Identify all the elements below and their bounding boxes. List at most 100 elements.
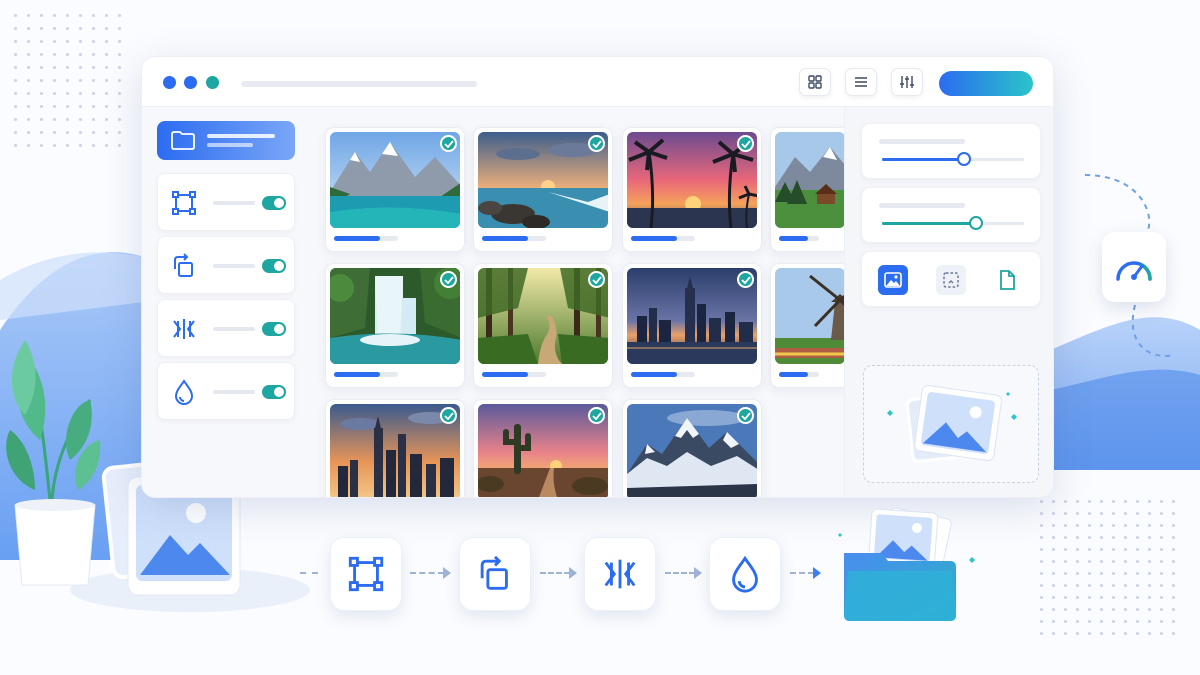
list-view-button[interactable] <box>845 68 877 96</box>
sidebar-folder-item[interactable] <box>157 121 295 160</box>
selected-check-icon[interactable] <box>588 271 605 288</box>
slider-1[interactable] <box>882 152 1024 166</box>
pattern-dot <box>79 131 82 134</box>
gallery-card-palm-sunset[interactable] <box>622 127 762 252</box>
pattern-dot <box>1100 620 1103 623</box>
gallery-card-forest-path[interactable] <box>473 263 613 388</box>
pattern-dot <box>66 27 69 30</box>
slider-2[interactable] <box>882 216 1024 230</box>
pattern-dot <box>40 131 43 134</box>
photo-thumbnail <box>775 132 845 228</box>
pattern-dot <box>118 92 121 95</box>
crop-toggle[interactable] <box>262 196 286 210</box>
pattern-dot <box>1112 500 1115 503</box>
pattern-dot <box>14 14 17 17</box>
sidebar-item-flip[interactable] <box>157 299 295 357</box>
flip-icon <box>173 319 195 339</box>
rotate-toggle[interactable] <box>262 259 286 273</box>
adjustments-button[interactable] <box>891 68 923 96</box>
pattern-dot <box>1112 536 1115 539</box>
pipeline-step-crop[interactable] <box>330 537 402 611</box>
pattern-dot <box>53 144 56 147</box>
selected-check-icon[interactable] <box>440 407 457 424</box>
gallery-card-snowy-mountains[interactable] <box>622 399 762 497</box>
pipeline-step-flip[interactable] <box>584 537 656 611</box>
pattern-dot <box>27 144 30 147</box>
pattern-dot <box>1136 632 1139 635</box>
pattern-dot <box>1112 620 1115 623</box>
gallery-card-alpine-village[interactable] <box>770 127 850 252</box>
pattern-dot <box>1040 620 1043 623</box>
selection-crop-button[interactable] <box>936 265 966 295</box>
gallery-card-desert-cactus[interactable] <box>473 399 613 497</box>
format-selector <box>861 251 1041 307</box>
selected-check-icon[interactable] <box>588 407 605 424</box>
selected-check-icon[interactable] <box>588 135 605 152</box>
gallery-card-waterfall[interactable] <box>325 263 465 388</box>
sidebar-item-crop[interactable] <box>157 173 295 231</box>
pattern-dot <box>79 40 82 43</box>
slider-card-1 <box>861 123 1041 179</box>
gallery-card-mountain-lake[interactable] <box>325 127 465 252</box>
selected-check-icon[interactable] <box>440 135 457 152</box>
pattern-dot <box>1172 536 1175 539</box>
pattern-dot <box>53 53 56 56</box>
pattern-dot <box>40 92 43 95</box>
pattern-dot <box>118 14 121 17</box>
window-dot-2[interactable] <box>184 76 197 89</box>
progress-bar <box>334 372 398 377</box>
pattern-dot <box>14 131 17 134</box>
watermark-toggle[interactable] <box>262 385 286 399</box>
slider-2-fill <box>882 222 976 225</box>
sidebar-item-watermark[interactable] <box>157 362 295 420</box>
primary-action-button[interactable] <box>939 71 1033 96</box>
pattern-dot <box>66 105 69 108</box>
selected-check-icon[interactable] <box>737 407 754 424</box>
grid-view-button[interactable] <box>799 68 831 96</box>
address-bar[interactable] <box>241 81 477 87</box>
pattern-dot <box>53 27 56 30</box>
thumbnail-windmill <box>775 268 845 364</box>
flip-toggle[interactable] <box>262 322 286 336</box>
pattern-dot <box>40 144 43 147</box>
pattern-dot <box>105 92 108 95</box>
pattern-dot <box>1100 632 1103 635</box>
flip-icon <box>604 559 636 589</box>
window-dot-1[interactable] <box>163 76 176 89</box>
pattern-dot <box>1124 536 1127 539</box>
pattern-dot <box>1064 500 1067 503</box>
document-format-button[interactable] <box>992 265 1022 295</box>
pattern-dot <box>1148 608 1151 611</box>
selected-check-icon[interactable] <box>440 271 457 288</box>
pattern-dot <box>92 66 95 69</box>
checkmark-icon <box>591 411 602 420</box>
pattern-dot <box>1100 500 1103 503</box>
selected-check-icon[interactable] <box>737 271 754 288</box>
pattern-dot <box>14 118 17 121</box>
slider-2-knob[interactable] <box>968 216 983 230</box>
slider-1-knob[interactable] <box>957 152 972 166</box>
pipeline-step-rotate[interactable] <box>459 537 531 611</box>
pipeline-arrow-3 <box>665 572 695 574</box>
sidebar-item-rotate[interactable] <box>157 236 295 294</box>
rotate-icon <box>480 555 508 590</box>
window-dot-3[interactable] <box>206 76 219 89</box>
selected-check-icon[interactable] <box>737 135 754 152</box>
gallery-card-rocky-beach-sunset[interactable] <box>473 127 613 252</box>
pattern-dot <box>1160 560 1163 563</box>
drop-zone[interactable] <box>863 365 1039 483</box>
pipeline-step-watermark[interactable] <box>709 537 781 611</box>
pattern-dot <box>1040 500 1043 503</box>
pattern-dot <box>118 105 121 108</box>
pattern-dot <box>1172 500 1175 503</box>
pattern-dot <box>1076 548 1079 551</box>
gallery-card-windmill[interactable] <box>770 263 850 388</box>
gallery-card-city-skyline-dusk[interactable] <box>622 263 762 388</box>
pattern-dot <box>92 27 95 30</box>
image-format-button[interactable] <box>878 265 908 295</box>
pattern-dot <box>1076 620 1079 623</box>
pattern-dot <box>1136 512 1139 515</box>
gallery-card-city-skyline-sunset[interactable] <box>325 399 465 497</box>
pattern-dot <box>1040 512 1043 515</box>
folder-icon <box>171 131 195 150</box>
